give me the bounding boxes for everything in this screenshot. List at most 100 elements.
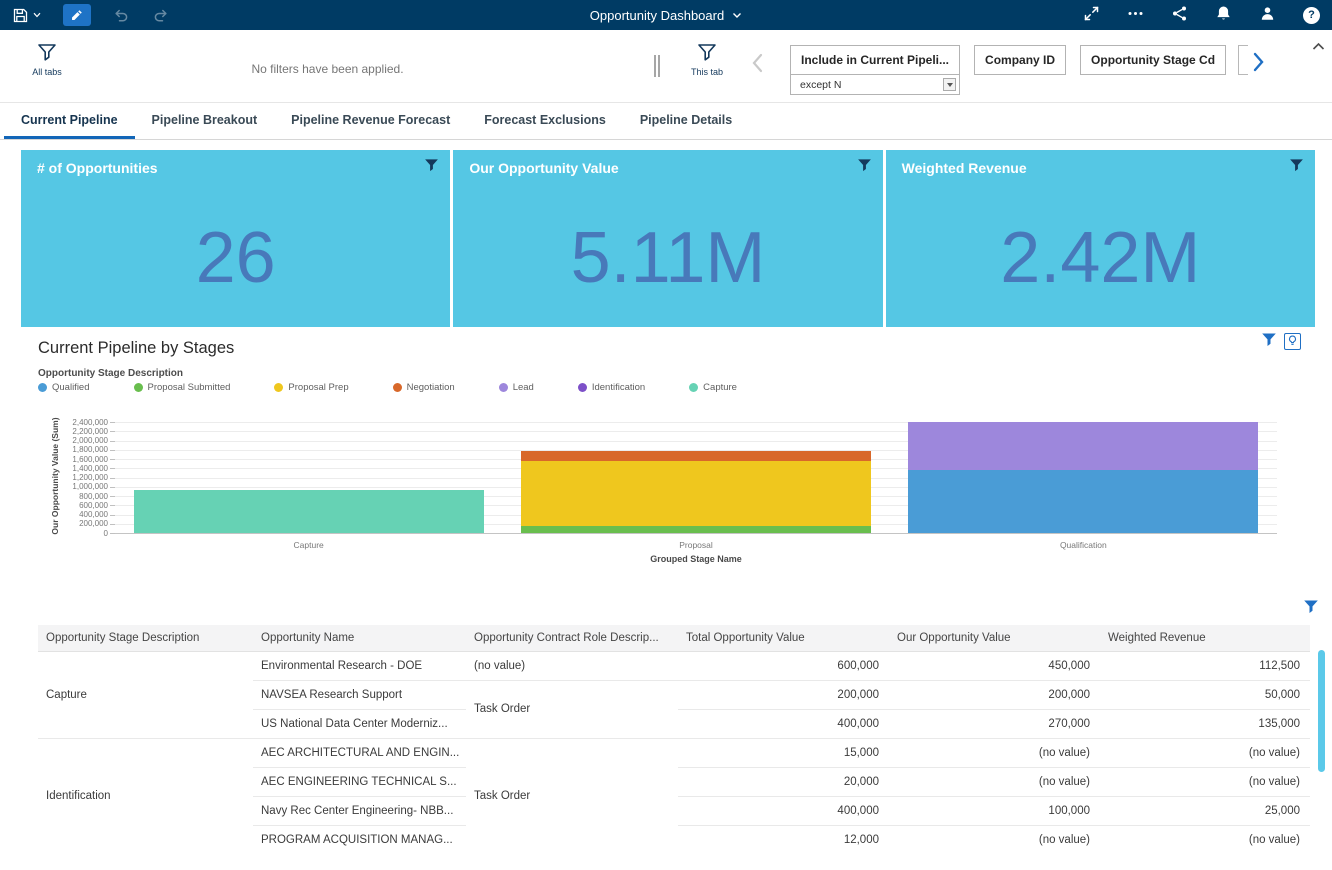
filter-icon[interactable] — [1289, 158, 1304, 178]
filter-chip-opportunity-stage-cd[interactable]: Opportunity Stage Cd — [1080, 45, 1226, 75]
fullscreen-button[interactable] — [1083, 5, 1100, 25]
tab-forecast-exclusions[interactable]: Forecast Exclusions — [467, 103, 623, 139]
legend-item-capture[interactable]: Capture — [689, 382, 737, 393]
table-cell[interactable]: AEC ENGINEERING TECHNICAL S... — [253, 767, 466, 796]
chevron-down-icon[interactable] — [943, 78, 956, 91]
filter-chip-label[interactable]: Include in Current Pipeli... — [791, 46, 959, 74]
filter-chip-condition[interactable]: except N — [791, 74, 959, 94]
table-cell[interactable]: (no value) — [1100, 825, 1310, 854]
chart-widget: Current Pipeline by Stages Opportunity S… — [0, 330, 1332, 592]
account-button[interactable] — [1259, 5, 1276, 25]
table-cell[interactable]: (no value) — [1100, 767, 1310, 796]
legend-item-qualified[interactable]: Qualified — [38, 382, 90, 393]
lightbulb-icon — [1287, 334, 1298, 349]
tab-bar: Current PipelinePipeline BreakoutPipelin… — [0, 103, 1332, 140]
filter-condition-text: except N — [800, 79, 841, 91]
table-cell[interactable]: 25,000 — [1100, 796, 1310, 825]
table-cell[interactable]: NAVSEA Research Support — [253, 680, 466, 709]
column-header-total-opportunity-value[interactable]: Total Opportunity Value — [678, 625, 889, 651]
table-cell[interactable]: 400,000 — [678, 796, 889, 825]
y-tick-mark — [110, 515, 115, 516]
table-cell[interactable]: (no value) — [889, 825, 1100, 854]
kpi-card-weighted-revenue[interactable]: Weighted Revenue2.42M — [886, 150, 1315, 327]
filter-chip-label[interactable]: Company ID — [975, 46, 1065, 74]
bar-capture-capture[interactable] — [134, 490, 484, 533]
table-cell[interactable]: 100,000 — [889, 796, 1100, 825]
tab-pipeline-breakout[interactable]: Pipeline Breakout — [135, 103, 275, 139]
table-cell[interactable]: 400,000 — [678, 709, 889, 738]
y-tick-label: 800,000 — [36, 492, 108, 501]
top-bar: Opportunity Dashboard — [0, 0, 1332, 30]
column-header-weighted-revenue[interactable]: Weighted Revenue — [1100, 625, 1310, 651]
bar-qualification-qualified[interactable] — [908, 470, 1258, 533]
table-cell[interactable]: 112,500 — [1100, 651, 1310, 680]
chart-filter-button[interactable] — [1261, 332, 1277, 351]
legend-item-proposal-submitted[interactable]: Proposal Submitted — [134, 382, 231, 393]
bar-proposal-negotiation[interactable] — [521, 451, 871, 462]
person-icon — [1259, 5, 1276, 25]
column-header-opportunity-name[interactable]: Opportunity Name — [253, 625, 466, 651]
column-header-opportunity-stage-description[interactable]: Opportunity Stage Description — [38, 625, 253, 651]
table-cell[interactable]: (no value) — [466, 651, 678, 680]
table-cell[interactable]: (no value) — [889, 738, 1100, 767]
table-cell[interactable]: 12,000 — [678, 825, 889, 854]
table-cell[interactable]: 135,000 — [1100, 709, 1310, 738]
table-filter-button[interactable] — [1303, 599, 1319, 618]
table-cell[interactable]: 200,000 — [678, 680, 889, 709]
tab-pipeline-revenue-forecast[interactable]: Pipeline Revenue Forecast — [274, 103, 467, 139]
table-cell[interactable]: Navy Rec Center Engineering- NBB... — [253, 796, 466, 825]
column-header-our-opportunity-value[interactable]: Our Opportunity Value — [889, 625, 1100, 651]
filter-chip-company-id[interactable]: Company ID — [974, 45, 1066, 75]
filter-chip-label[interactable]: Opportunity Stage Cd — [1081, 46, 1225, 74]
table-cell[interactable]: 600,000 — [678, 651, 889, 680]
legend-item-identification[interactable]: Identification — [578, 382, 645, 393]
help-button[interactable]: ? — [1303, 7, 1320, 24]
y-tick-label: 600,000 — [36, 501, 108, 510]
kpi-card-our-opportunity-value[interactable]: Our Opportunity Value5.11M — [453, 150, 882, 327]
title-menu-button[interactable] — [732, 12, 742, 19]
chips-scroll-left-button[interactable] — [752, 53, 763, 76]
table-cell[interactable]: 15,000 — [678, 738, 889, 767]
y-tick-mark — [110, 431, 115, 432]
table-cell[interactable]: Task Order — [466, 738, 678, 854]
bar-qualification-lead[interactable] — [908, 422, 1258, 470]
table-cell[interactable]: 270,000 — [889, 709, 1100, 738]
table-cell[interactable]: (no value) — [889, 767, 1100, 796]
bar-proposal-proposal-prep[interactable] — [521, 461, 871, 526]
chips-scroll-right-button[interactable] — [1253, 52, 1264, 75]
column-header-opportunity-contract-role-descrip[interactable]: Opportunity Contract Role Descrip... — [466, 625, 678, 651]
splitter-handle[interactable] — [654, 55, 660, 77]
bar-proposal-proposal-submitted[interactable] — [521, 526, 871, 533]
table-cell[interactable]: 50,000 — [1100, 680, 1310, 709]
y-tick-label: 400,000 — [36, 510, 108, 519]
collapse-filter-bar-button[interactable] — [1312, 39, 1325, 54]
share-button[interactable] — [1171, 5, 1188, 25]
table-cell[interactable]: Capture — [38, 651, 253, 738]
notifications-button[interactable] — [1215, 5, 1232, 25]
table-cell[interactable]: 200,000 — [889, 680, 1100, 709]
table-cell[interactable]: US National Data Center Moderniz... — [253, 709, 466, 738]
filter-icon[interactable] — [857, 158, 872, 178]
kpi-card-of-opportunities[interactable]: # of Opportunities26 — [21, 150, 450, 327]
table-cell[interactable]: (no value) — [1100, 738, 1310, 767]
tab-pipeline-details[interactable]: Pipeline Details — [623, 103, 749, 139]
tab-current-pipeline[interactable]: Current Pipeline — [4, 103, 135, 139]
table-cell[interactable]: Task Order — [466, 680, 678, 738]
table-cell[interactable]: Environmental Research - DOE — [253, 651, 466, 680]
legend-item-proposal-prep[interactable]: Proposal Prep — [274, 382, 348, 393]
chart-insights-button[interactable] — [1284, 333, 1301, 350]
more-options-button[interactable] — [1127, 5, 1144, 25]
kpi-title: # of Opportunities — [37, 160, 158, 176]
legend-item-negotiation[interactable]: Negotiation — [393, 382, 455, 393]
y-tick-mark — [110, 450, 115, 451]
table-scrollbar-thumb[interactable] — [1318, 650, 1325, 772]
table-cell[interactable]: PROGRAM ACQUISITION MANAG... — [253, 825, 466, 854]
table-cell[interactable]: 20,000 — [678, 767, 889, 796]
legend-item-lead[interactable]: Lead — [499, 382, 534, 393]
this-tab-filter-button[interactable]: This tab — [684, 43, 730, 77]
table-cell[interactable]: 450,000 — [889, 651, 1100, 680]
table-cell[interactable]: Identification — [38, 738, 253, 854]
table-cell[interactable]: AEC ARCHITECTURAL AND ENGIN... — [253, 738, 466, 767]
filter-icon[interactable] — [424, 158, 439, 178]
filter-chip-include-in-current-pipeli[interactable]: Include in Current Pipeli... except N — [790, 45, 960, 95]
